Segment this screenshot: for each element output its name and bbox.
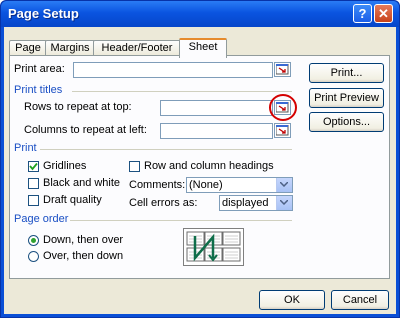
cols-repeat-collapse-button[interactable]: [274, 123, 291, 138]
title-bar[interactable]: Page Setup ? ✕: [1, 1, 399, 27]
dialog-body: Page Margins Header/Footer Sheet Print a…: [4, 27, 396, 314]
tab-page[interactable]: Page: [9, 40, 47, 56]
print-preview-button[interactable]: Print Preview: [309, 88, 384, 108]
chevron-down-icon[interactable]: [276, 196, 292, 210]
collapse-dialog-icon: [276, 125, 289, 136]
ok-button[interactable]: OK: [259, 290, 325, 310]
gridlines-checkbox[interactable]: [28, 161, 39, 172]
gridlines-label: Gridlines: [43, 160, 87, 172]
tab-sheet[interactable]: Sheet: [179, 38, 227, 58]
over-then-down-radio[interactable]: [28, 251, 39, 262]
black-white-label: Black and white: [43, 177, 121, 189]
print-titles-section: Print titles: [14, 84, 63, 96]
black-white-checkbox[interactable]: [28, 178, 39, 189]
help-button[interactable]: ?: [353, 4, 372, 23]
page-order-preview-image: [183, 228, 244, 266]
draft-quality-label: Draft quality: [43, 194, 102, 206]
tab-margins[interactable]: Margins: [45, 40, 95, 56]
page-setup-dialog: Page Setup ? ✕ Page Margins Header/Foote…: [0, 0, 400, 318]
cols-repeat-label: Columns to repeat at left:: [24, 124, 147, 136]
rows-repeat-input[interactable]: [160, 100, 273, 116]
print-titles-divider: [72, 91, 292, 92]
dialog-title: Page Setup: [8, 6, 79, 21]
page-order-divider: [70, 220, 292, 221]
cols-repeat-input[interactable]: [160, 123, 273, 139]
cell-errors-select[interactable]: displayed: [219, 195, 293, 211]
cell-errors-label: Cell errors as:: [129, 197, 198, 209]
cancel-button[interactable]: Cancel: [331, 290, 389, 310]
print-area-input[interactable]: [73, 62, 273, 78]
cell-errors-value: displayed: [222, 197, 269, 209]
over-then-down-label: Over, then down: [43, 250, 124, 262]
radio-selected-dot: [31, 238, 36, 243]
print-divider: [40, 149, 292, 150]
print-button[interactable]: Print...: [309, 63, 384, 83]
collapse-dialog-icon: [276, 64, 289, 75]
comments-label: Comments:: [129, 179, 186, 191]
tab-header-footer[interactable]: Header/Footer: [93, 40, 181, 56]
down-then-over-label: Down, then over: [43, 234, 124, 246]
row-col-headings-label: Row and column headings: [144, 160, 274, 172]
comments-value: (None): [189, 179, 223, 191]
rows-repeat-label: Rows to repeat at top:: [24, 101, 132, 113]
down-then-over-radio[interactable]: [28, 235, 39, 246]
print-area-label: Print area:: [14, 63, 65, 75]
page-order-section: Page order: [14, 213, 69, 225]
print-area-collapse-button[interactable]: [274, 62, 291, 77]
checkmark-icon: [29, 162, 38, 171]
draft-quality-checkbox[interactable]: [28, 195, 39, 206]
comments-select[interactable]: (None): [186, 177, 293, 193]
print-section: Print: [14, 142, 37, 154]
highlight-circle: [269, 94, 297, 121]
options-button[interactable]: Options...: [309, 112, 384, 132]
close-button[interactable]: ✕: [374, 4, 393, 23]
chevron-down-icon[interactable]: [276, 178, 292, 192]
row-col-headings-checkbox[interactable]: [129, 161, 140, 172]
